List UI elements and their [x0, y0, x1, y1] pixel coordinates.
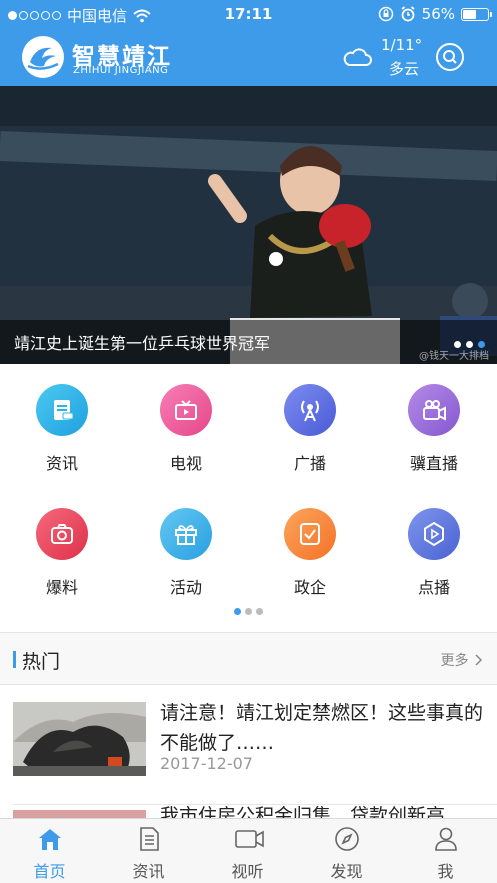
broadcast-icon [284, 384, 336, 436]
tab-discover[interactable]: 发现 [297, 819, 396, 883]
category-events[interactable]: 活动 [124, 488, 248, 598]
grid-pagination [0, 608, 497, 615]
category-label: 爆料 [45, 578, 78, 597]
category-gov[interactable]: 政企 [248, 488, 372, 598]
cloud-icon[interactable] [341, 44, 373, 68]
more-label: 更多 [440, 653, 469, 669]
more-link[interactable]: 更多 [441, 650, 483, 670]
home-icon [39, 829, 61, 850]
search-icon [443, 50, 457, 64]
user-icon [435, 827, 457, 851]
battery-percent: 56% [421, 5, 455, 23]
category-tv[interactable]: 电视 [124, 364, 248, 474]
news-icon [36, 384, 88, 436]
banner-caption[interactable]: 靖江史上诞生第一位乒乓球世界冠军 [14, 330, 270, 354]
category-label: 骥直播 [409, 454, 458, 473]
checkbox-icon [284, 508, 336, 560]
grid-page-dot[interactable] [245, 608, 252, 615]
category-label: 活动 [169, 578, 202, 597]
category-news[interactable]: 资讯 [0, 364, 124, 474]
play-icon [408, 508, 460, 560]
category-label: 点播 [417, 578, 450, 597]
chevron-right-icon [475, 654, 483, 666]
hot-section-header: 热门 更多 [0, 633, 497, 685]
tab-label: 视听 [231, 862, 264, 881]
category-live[interactable]: 骥直播 [372, 364, 496, 474]
logo-icon [22, 36, 64, 78]
bottom-tab-bar: 首页 资讯 视听 发现 我 [0, 818, 497, 883]
section-accent-bar [13, 651, 16, 668]
video-icon [235, 830, 264, 848]
video-camera-icon [408, 384, 460, 436]
grid-page-dot[interactable] [256, 608, 263, 615]
category-label: 广播 [293, 454, 326, 473]
news-title: 请注意！靖江划定禁燃区！这些事真的不能做了…… [160, 702, 484, 754]
document-icon [140, 827, 159, 851]
camera-icon [36, 508, 88, 560]
tab-label: 发现 [330, 862, 363, 881]
compass-icon [335, 827, 359, 851]
news-thumbnail [13, 702, 146, 776]
category-vod[interactable]: 点播 [372, 488, 496, 598]
alarm-icon [401, 6, 415, 22]
battery-icon [461, 7, 492, 21]
top-bar: 中国电信 17:11 56% 智慧靖江 ZHIHUI JINGJIANG 1/1… [0, 0, 497, 86]
tab-me[interactable]: 我 [396, 819, 495, 883]
tv-icon [160, 384, 212, 436]
banner-carousel[interactable]: 靖江史上诞生第一位乒乓球世界冠军 @钱天一大排档 [0, 86, 497, 364]
search-button[interactable] [436, 43, 464, 71]
app-logo-subtitle: ZHIHUI JINGJIANG [73, 65, 169, 76]
rotation-lock-icon [378, 6, 393, 22]
weather-description[interactable]: 多云 [389, 58, 419, 79]
news-thumbnail [13, 810, 146, 818]
category-tipoff[interactable]: 爆料 [0, 488, 124, 598]
tab-label: 我 [437, 862, 454, 881]
category-label: 资讯 [45, 454, 78, 473]
category-radio[interactable]: 广播 [248, 364, 372, 474]
category-label: 政企 [293, 578, 326, 597]
category-grid: 资讯 电视 广播 骥直播 爆料 活动 政企 点播 [0, 364, 497, 632]
news-date: 2017-12-07 [160, 754, 253, 773]
banner-watermark: @钱天一大排档 [419, 351, 489, 362]
tab-home[interactable]: 首页 [0, 819, 99, 883]
hot-section-title: 热门 [22, 651, 61, 673]
status-bar: 中国电信 17:11 56% [0, 0, 497, 28]
news-item[interactable]: 我市住房公积金归集、贷款创新高 [0, 805, 497, 827]
tab-label: 资讯 [132, 862, 165, 881]
tab-media[interactable]: 视听 [198, 819, 297, 883]
category-label: 电视 [169, 454, 202, 473]
weather-temperature[interactable]: 1/11° [381, 36, 422, 54]
tab-news[interactable]: 资讯 [99, 819, 198, 883]
gift-icon [160, 508, 212, 560]
tab-label: 首页 [33, 862, 66, 881]
app-header: 智慧靖江 ZHIHUI JINGJIANG 1/11° 多云 [0, 28, 497, 86]
status-right: 56% [378, 5, 492, 23]
news-item[interactable]: 请注意！靖江划定禁燃区！这些事真的不能做了…… 2017-12-07 [0, 686, 497, 801]
grid-page-dot-active[interactable] [234, 608, 241, 615]
